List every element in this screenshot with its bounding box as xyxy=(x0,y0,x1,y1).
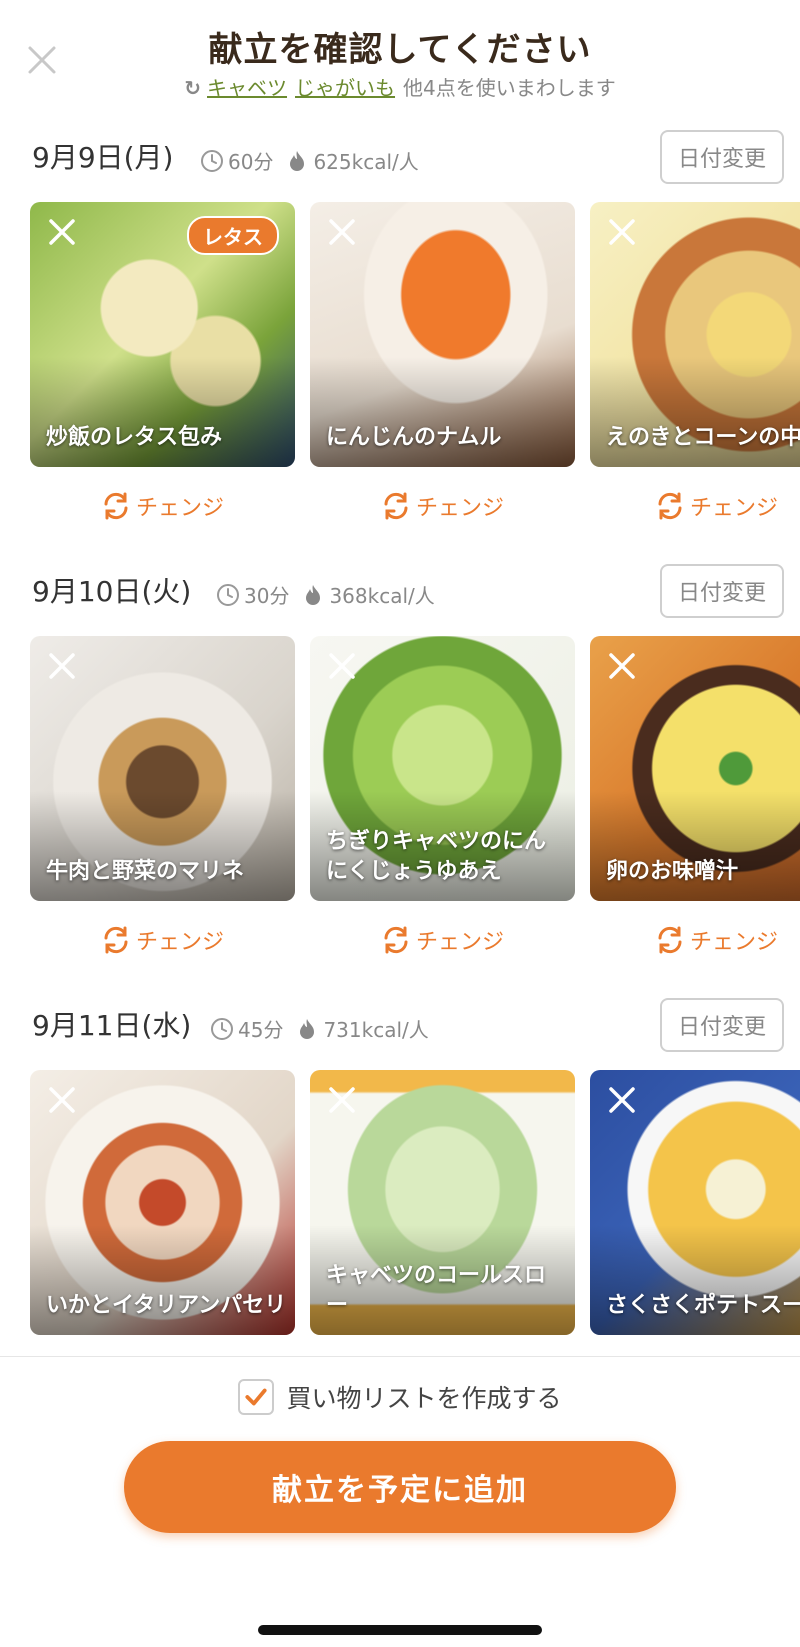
clock-icon xyxy=(201,149,223,172)
change-label: チェンジ xyxy=(689,930,778,955)
clock-icon xyxy=(211,1017,233,1040)
day-header: 9月9日(月) 60分 625kcal/人 日付変更 xyxy=(0,130,800,190)
dish-card[interactable]: いかとイタリアンパセリ xyxy=(30,1070,295,1335)
footer: 買い物リストを作成する 献立を予定に追加 xyxy=(0,1356,800,1647)
change-button[interactable]: チェンジ xyxy=(616,924,800,956)
check-icon xyxy=(245,1388,268,1406)
day-meta: 45分 731kcal/人 xyxy=(210,1014,429,1043)
dish-cards: 牛肉と野菜のマリネ ちぎりキャベツのにんにくじょうゆあえ 卵のお味噌汁 xyxy=(30,636,800,906)
change-button[interactable]: チェンジ xyxy=(62,490,262,522)
calories: 625kcal/人 xyxy=(313,150,419,174)
dish-card[interactable]: レタス 炒飯のレタス包み xyxy=(30,202,295,467)
remove-dish-icon[interactable] xyxy=(44,1082,80,1118)
flame-icon xyxy=(290,150,305,171)
add-to-schedule-button[interactable]: 献立を予定に追加 xyxy=(124,1441,676,1533)
refresh-icon xyxy=(384,926,408,954)
dish-name: ちぎりキャベツのにんにくじょうゆあえ xyxy=(326,829,547,884)
dish-name: キャベツのコールスロー xyxy=(326,1263,547,1318)
day-date: 9月11日(水) xyxy=(32,1009,192,1042)
dish-cards: いかとイタリアンパセリ キャベツのコールスロー さくさくポテトスープ xyxy=(30,1070,800,1340)
reuse-summary: ↻ キャベツ じゃがいも 他4点を使いまわします xyxy=(0,72,800,101)
page-title: 献立を確認してください xyxy=(208,30,592,70)
dish-card[interactable]: キャベツのコールスロー xyxy=(310,1070,575,1335)
remove-dish-icon[interactable] xyxy=(604,648,640,684)
header: 献立を確認してください ↻ キャベツ じゃがいも 他4点を使いまわします xyxy=(0,0,800,120)
change-button[interactable]: チェンジ xyxy=(342,490,542,522)
dish-name: いかとイタリアンパセリ xyxy=(46,1293,287,1318)
change-label: チェンジ xyxy=(415,930,504,955)
change-label: チェンジ xyxy=(689,496,778,521)
dish-card[interactable]: にんじんのナムル xyxy=(310,202,575,467)
change-label: チェンジ xyxy=(415,496,504,521)
change-row: チェンジ チェンジ チェンジ xyxy=(0,490,800,530)
remove-dish-icon[interactable] xyxy=(44,214,80,250)
calories: 368kcal/人 xyxy=(329,584,435,608)
day-section: 9月10日(火) 30分 368kcal/人 日付変更 牛肉と野菜のマリネ ちぎ… xyxy=(0,564,800,998)
remove-dish-icon[interactable] xyxy=(324,1082,360,1118)
day-section: 9月9日(月) 60分 625kcal/人 日付変更 レタス 炒飯のレタス包み … xyxy=(0,130,800,564)
dish-cards: レタス 炒飯のレタス包み にんじんのナムル えのきとコーンの中華スープ xyxy=(30,202,800,472)
dish-name: 炒飯のレタス包み xyxy=(46,425,223,450)
dish-name: 牛肉と野菜のマリネ xyxy=(46,859,245,884)
reuse-rest-text: 他4点を使いまわします xyxy=(403,76,616,100)
change-date-button[interactable]: 日付変更 xyxy=(660,564,784,618)
cook-time: 45分 xyxy=(238,1018,284,1042)
change-button[interactable]: チェンジ xyxy=(616,490,800,522)
change-date-button[interactable]: 日付変更 xyxy=(660,998,784,1052)
ingredient-link-cabbage[interactable]: キャベツ xyxy=(207,76,287,100)
change-label: チェンジ xyxy=(135,496,224,521)
remove-dish-icon[interactable] xyxy=(604,214,640,250)
dish-name: さくさくポテトスープ xyxy=(606,1293,800,1318)
day-date: 9月10日(火) xyxy=(32,575,192,608)
day-header: 9月10日(火) 30分 368kcal/人 日付変更 xyxy=(0,564,800,624)
dish-card[interactable]: えのきとコーンの中華スープ xyxy=(590,202,800,467)
refresh-icon xyxy=(658,926,682,954)
day-meta: 60分 625kcal/人 xyxy=(200,146,419,175)
clock-icon xyxy=(217,583,239,606)
remove-dish-icon[interactable] xyxy=(604,1082,640,1118)
flame-icon xyxy=(306,584,321,605)
dish-name: えのきとコーンの中華スープ xyxy=(606,425,800,450)
cook-time: 60分 xyxy=(228,150,274,174)
ingredient-badge: レタス xyxy=(187,216,279,255)
shopping-list-option[interactable]: 買い物リストを作成する xyxy=(0,1379,800,1415)
change-button[interactable]: チェンジ xyxy=(342,924,542,956)
calories: 731kcal/人 xyxy=(323,1018,429,1042)
remove-dish-icon[interactable] xyxy=(324,648,360,684)
remove-dish-icon[interactable] xyxy=(324,214,360,250)
shopping-list-label: 買い物リストを作成する xyxy=(286,1384,562,1413)
change-date-button[interactable]: 日付変更 xyxy=(660,130,784,184)
home-indicator xyxy=(258,1625,542,1635)
cook-time: 30分 xyxy=(244,584,290,608)
shopping-list-checkbox[interactable] xyxy=(238,1379,275,1415)
refresh-icon xyxy=(384,492,408,520)
flame-icon xyxy=(300,1018,315,1039)
refresh-icon xyxy=(104,492,128,520)
dish-card[interactable]: ちぎりキャベツのにんにくじょうゆあえ xyxy=(310,636,575,901)
day-meta: 30分 368kcal/人 xyxy=(216,580,435,609)
dish-name: にんじんのナムル xyxy=(326,425,502,450)
dish-name: 卵のお味噌汁 xyxy=(606,859,739,884)
day-date: 9月9日(月) xyxy=(32,141,174,174)
change-label: チェンジ xyxy=(135,930,224,955)
reuse-icon: ↻ xyxy=(184,76,202,100)
dish-card[interactable]: 牛肉と野菜のマリネ xyxy=(30,636,295,901)
change-row: チェンジ チェンジ チェンジ xyxy=(0,924,800,964)
remove-dish-icon[interactable] xyxy=(44,648,80,684)
day-header: 9月11日(水) 45分 731kcal/人 日付変更 xyxy=(0,998,800,1058)
dish-card[interactable]: さくさくポテトスープ xyxy=(590,1070,800,1335)
ingredient-link-potato[interactable]: じゃがいも xyxy=(295,76,395,100)
change-button[interactable]: チェンジ xyxy=(62,924,262,956)
refresh-icon xyxy=(104,926,128,954)
dish-card[interactable]: 卵のお味噌汁 xyxy=(590,636,800,901)
refresh-icon xyxy=(658,492,682,520)
